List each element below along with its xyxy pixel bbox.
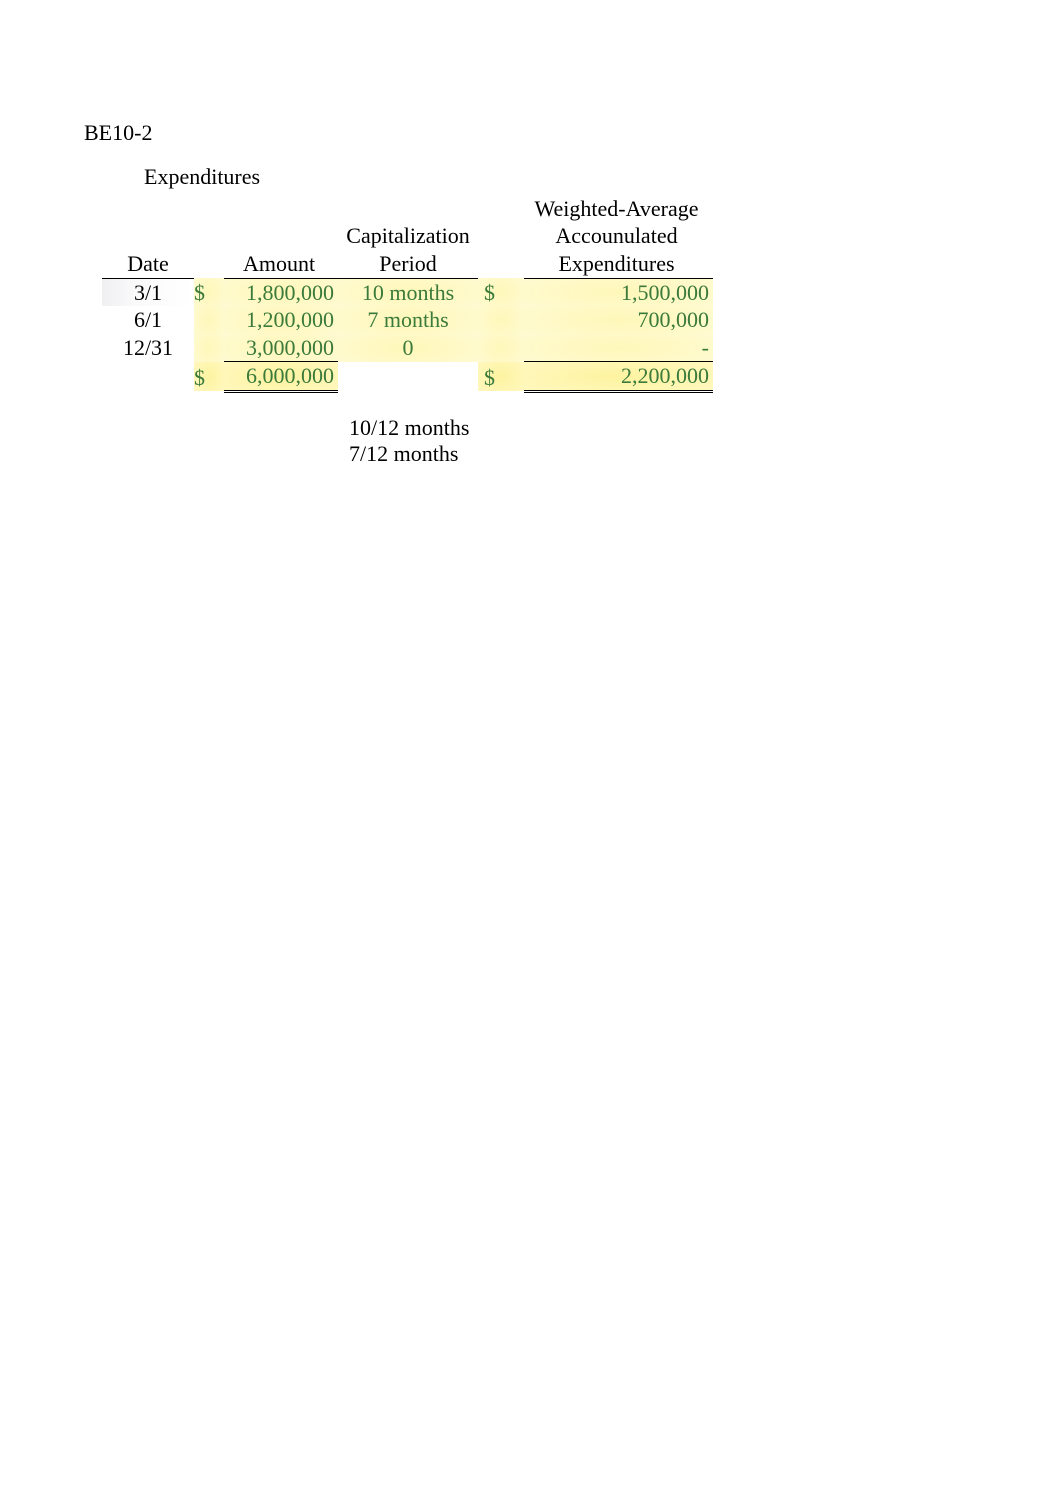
header-wavg-line2: Accounulated	[524, 223, 713, 250]
problem-title: BE10-2	[84, 120, 1062, 146]
total-amount: 6,000,000	[224, 362, 338, 392]
table-row: 3/1 $ 1,800,000 10 months $ 1,500,000	[102, 278, 713, 306]
cell-period: 0	[338, 334, 478, 362]
header-period-line1: Capitalization	[338, 223, 478, 250]
cell-wavg: 700,000	[524, 306, 713, 334]
cell-currency	[194, 334, 224, 362]
table-header-row: Date Amount Period Expenditures	[102, 251, 713, 279]
cell-currency	[478, 306, 524, 334]
cell-amount: 1,200,000	[224, 306, 338, 334]
header-wavg-line1: Weighted-Average	[524, 196, 713, 223]
table-total-row: $ 6,000,000 $ 2,200,000	[102, 362, 713, 392]
total-currency: $	[194, 362, 224, 392]
cell-currency	[478, 334, 524, 362]
cell-amount: 3,000,000	[224, 334, 338, 362]
cell-date: 3/1	[102, 278, 194, 306]
header-date: Date	[102, 251, 194, 279]
total-wavg: 2,200,000	[524, 362, 713, 392]
table-row: 12/31 3,000,000 0 -	[102, 334, 713, 362]
cell-amount: 1,800,000	[224, 278, 338, 306]
expenditures-table: Weighted-Average Capitalization Accounul…	[102, 196, 713, 393]
cell-currency: $	[194, 278, 224, 306]
header-wavg-line3: Expenditures	[524, 251, 713, 279]
cell-currency: $	[478, 278, 524, 306]
cell-period: 10 months	[338, 278, 478, 306]
table-header-row: Capitalization Accounulated	[102, 223, 713, 250]
notes-block: 10/12 months 7/12 months	[349, 415, 1062, 468]
cell-date: 6/1	[102, 306, 194, 334]
cell-wavg: -	[524, 334, 713, 362]
total-currency: $	[478, 362, 524, 392]
table-row: 6/1 1,200,000 7 months 700,000	[102, 306, 713, 334]
cell-wavg: 1,500,000	[524, 278, 713, 306]
header-amount: Amount	[224, 251, 338, 279]
note-line: 10/12 months	[349, 415, 1062, 441]
note-line: 7/12 months	[349, 441, 1062, 467]
expenditures-heading: Expenditures	[144, 164, 1062, 190]
table-header-row: Weighted-Average	[102, 196, 713, 223]
document-page: BE10-2 Expenditures Weighted-Average Cap…	[0, 0, 1062, 468]
cell-date: 12/31	[102, 334, 194, 362]
cell-currency	[194, 306, 224, 334]
header-period-line2: Period	[338, 251, 478, 279]
cell-period: 7 months	[338, 306, 478, 334]
